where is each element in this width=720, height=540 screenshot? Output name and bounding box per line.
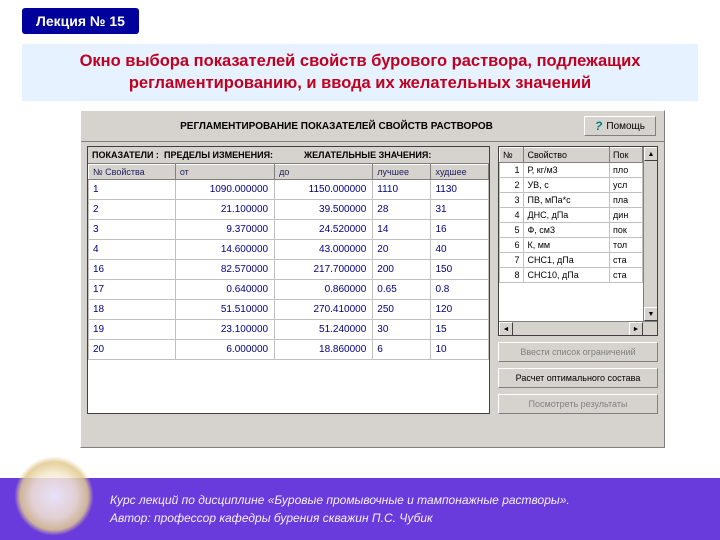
table-row[interactable]: 1851.510000270.410000250120 — [89, 300, 489, 320]
table-row[interactable]: 39.37000024.5200001416 — [89, 220, 489, 240]
right-table-pane: № Свойство Пок 1Р, кг/м3пло2УВ, сусл3ПВ,… — [498, 146, 658, 336]
right-table[interactable]: № Свойство Пок 1Р, кг/м3пло2УВ, сусл3ПВ,… — [499, 147, 643, 283]
rcol-prop[interactable]: Свойство — [524, 148, 610, 163]
table-row[interactable]: 3ПВ, мПа*спла — [500, 193, 643, 208]
table-row[interactable]: 221.10000039.5000002831 — [89, 200, 489, 220]
footer-line2: Автор: профессор кафедры бурения скважин… — [110, 509, 570, 527]
scroll-right-icon[interactable]: ► — [629, 322, 643, 336]
group-header-desired: ЖЕЛАТЕЛЬНЫЕ ЗНАЧЕНИЯ: — [304, 150, 485, 160]
window-header: РЕГЛАМЕНТИРОВАНИЕ ПОКАЗАТЕЛЕЙ СВОЙСТВ РА… — [81, 111, 664, 142]
footer: Курс лекций по дисциплине «Буровые промы… — [0, 478, 720, 540]
lecture-badge: Лекция № 15 — [22, 8, 139, 34]
table-row[interactable]: 11090.0000001150.00000011101130 — [89, 180, 489, 200]
table-row[interactable]: 1Р, кг/м3пло — [500, 163, 643, 178]
scroll-up-icon[interactable]: ▲ — [644, 147, 658, 161]
scrollbar-vertical[interactable]: ▲ ▼ — [643, 147, 657, 321]
view-results-button[interactable]: Посмотреть результаты — [498, 394, 658, 414]
left-table-pane: ПОКАЗАТЕЛИ : ПРЕДЕЛЫ ИЗМЕНЕНИЯ: ЖЕЛАТЕЛЬ… — [87, 146, 490, 414]
col-from[interactable]: от — [175, 165, 274, 180]
footer-text: Курс лекций по дисциплине «Буровые промы… — [110, 491, 570, 527]
scrollbar-horizontal[interactable]: ◄ ► — [499, 321, 657, 335]
scroll-left-icon[interactable]: ◄ — [499, 322, 513, 336]
table-row[interactable]: 2УВ, сусл — [500, 178, 643, 193]
col-n[interactable]: № Свойства — [89, 165, 176, 180]
table-row[interactable]: 7СНС1, дПаста — [500, 253, 643, 268]
page-title: Окно выбора показателей свойств бурового… — [22, 44, 698, 101]
help-icon: ? — [595, 119, 602, 133]
col-to[interactable]: до — [275, 165, 373, 180]
col-worst[interactable]: худшее — [431, 165, 489, 180]
table-row[interactable]: 8СНС10, дПаста — [500, 268, 643, 283]
table-row[interactable]: 206.00000018.860000610 — [89, 340, 489, 360]
table-row[interactable]: 414.60000043.0000002040 — [89, 240, 489, 260]
enter-constraints-button[interactable]: Ввести список ограничений — [498, 342, 658, 362]
left-table[interactable]: № Свойства от до лучшее худшее 11090.000… — [88, 164, 489, 360]
footer-line1: Курс лекций по дисциплине «Буровые промы… — [110, 491, 570, 509]
table-row[interactable]: 170.6400000.8600000.650.8 — [89, 280, 489, 300]
table-row[interactable]: 1923.10000051.2400003015 — [89, 320, 489, 340]
rcol-n[interactable]: № — [500, 148, 524, 163]
col-best[interactable]: лучшее — [373, 165, 431, 180]
help-label: Помощь — [606, 121, 645, 132]
table-row[interactable]: 6К, ммтол — [500, 238, 643, 253]
rcol-val[interactable]: Пок — [610, 148, 643, 163]
table-row[interactable]: 5Ф, см3пок — [500, 223, 643, 238]
help-button[interactable]: ? Помощь — [584, 116, 656, 136]
university-crest-icon — [14, 456, 94, 536]
compute-optimal-button[interactable]: Расчет оптимального состава — [498, 368, 658, 388]
window-title: РЕГЛАМЕНТИРОВАНИЕ ПОКАЗАТЕЛЕЙ СВОЙСТВ РА… — [89, 121, 584, 132]
table-row[interactable]: 4ДНС, дПадин — [500, 208, 643, 223]
scroll-down-icon[interactable]: ▼ — [644, 307, 658, 321]
group-header-limits: ПРЕДЕЛЫ ИЗМЕНЕНИЯ: — [164, 150, 304, 160]
left-group-headers: ПОКАЗАТЕЛИ : ПРЕДЕЛЫ ИЗМЕНЕНИЯ: ЖЕЛАТЕЛЬ… — [88, 147, 489, 164]
group-header-indicators: ПОКАЗАТЕЛИ : — [92, 150, 164, 160]
table-row[interactable]: 1682.570000217.700000200150 — [89, 260, 489, 280]
app-window: РЕГЛАМЕНТИРОВАНИЕ ПОКАЗАТЕЛЕЙ СВОЙСТВ РА… — [80, 110, 665, 448]
